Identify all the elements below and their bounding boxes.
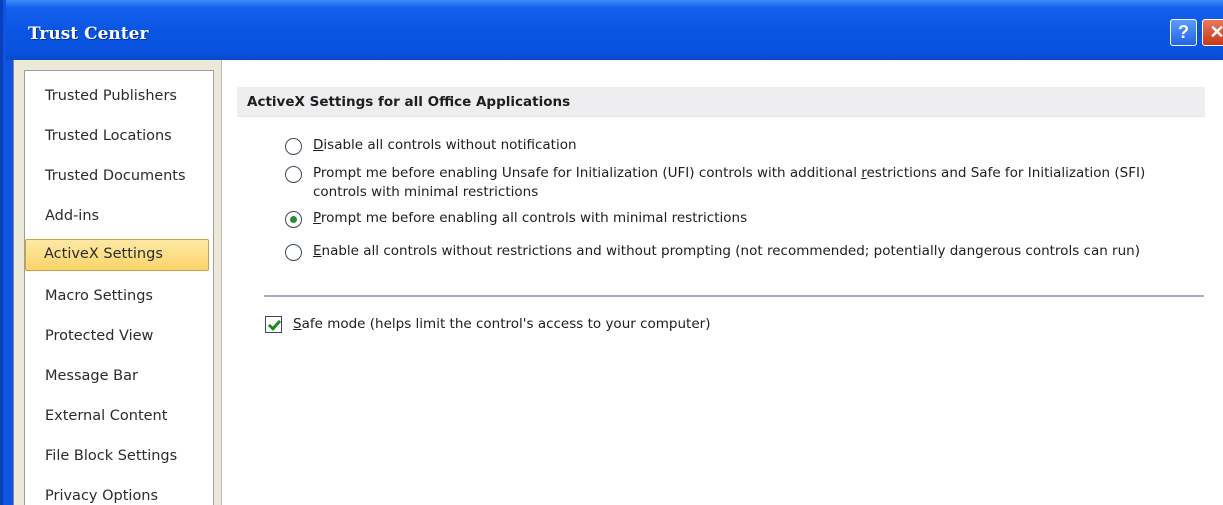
radio-button[interactable] xyxy=(285,166,302,183)
sidebar-nav: Trusted Publishers Trusted Locations Tru… xyxy=(24,70,214,505)
sidebar-item-protected-view[interactable]: Protected View xyxy=(45,321,217,351)
option-label: Prompt me before enabling all controls w… xyxy=(313,210,748,226)
close-button[interactable]: ✕ xyxy=(1202,19,1223,46)
option-label: Enable all controls without restrictions… xyxy=(313,243,1140,259)
safe-mode-label: Safe mode (helps limit the control's acc… xyxy=(293,316,711,332)
settings-panel: ActiveX Settings for all Office Applicat… xyxy=(221,60,1223,505)
option-label: Disable all controls without notificatio… xyxy=(313,137,577,153)
trust-center-window: Trust Center ? ✕ Trusted Publishers Trus… xyxy=(0,0,1223,505)
sidebar-item-trusted-publishers[interactable]: Trusted Publishers xyxy=(45,81,217,111)
sidebar-item-trusted-documents[interactable]: Trusted Documents xyxy=(45,161,217,191)
sidebar-item-add-ins[interactable]: Add-ins xyxy=(45,201,217,231)
sidebar-item-file-block-settings[interactable]: File Block Settings xyxy=(45,441,217,471)
sidebar-item-macro-settings[interactable]: Macro Settings xyxy=(45,281,217,311)
option-label: Prompt me before enabling Unsafe for Ini… xyxy=(313,165,1146,200)
sidebar-item-activex-settings[interactable]: ActiveX Settings xyxy=(25,239,209,271)
help-button[interactable]: ? xyxy=(1170,19,1197,46)
dialog-body: Trusted Publishers Trusted Locations Tru… xyxy=(13,60,1223,505)
title-bar[interactable]: Trust Center ? ✕ xyxy=(6,0,1223,60)
sidebar-item-message-bar[interactable]: Message Bar xyxy=(45,361,217,391)
sidebar-item-external-content[interactable]: External Content xyxy=(45,401,217,431)
sidebar-item-privacy-options[interactable]: Privacy Options xyxy=(45,481,217,505)
radio-button[interactable] xyxy=(285,138,302,155)
radio-button-selected[interactable] xyxy=(285,211,302,228)
sidebar-item-trusted-locations[interactable]: Trusted Locations xyxy=(45,121,217,151)
divider xyxy=(264,295,1204,297)
section-title: ActiveX Settings for all Office Applicat… xyxy=(237,87,1205,117)
safe-mode-checkbox[interactable] xyxy=(265,316,282,333)
radio-button[interactable] xyxy=(285,244,302,261)
window-title: Trust Center xyxy=(28,24,149,44)
